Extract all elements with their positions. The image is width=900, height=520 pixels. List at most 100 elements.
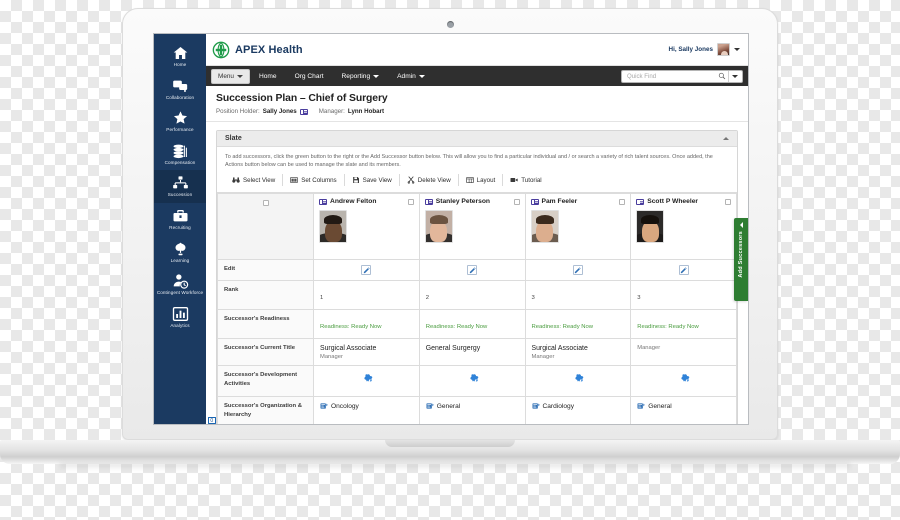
add-successors-label: Add Successors xyxy=(738,231,744,278)
row-label: Edit xyxy=(217,259,314,281)
current-title-cell: Surgical Associate Manager xyxy=(313,338,420,366)
successor-header-row: Andrew Felton xyxy=(319,198,414,205)
select-view-button[interactable]: Select View xyxy=(225,174,284,186)
person-clock-icon xyxy=(172,273,189,289)
successor-name[interactable]: Stanley Peterson xyxy=(436,198,490,205)
successor-header-row: Scott P Wheeler xyxy=(636,198,731,205)
manager-name: Lynn Hobart xyxy=(347,108,385,115)
main-column: APEX Health Hi, Sally Jones Menu Home Or… xyxy=(206,34,748,424)
laptop-shadow xyxy=(60,463,850,470)
menu-button[interactable]: Menu xyxy=(211,68,250,84)
business-card-icon[interactable] xyxy=(636,198,645,205)
business-card-icon[interactable] xyxy=(319,198,327,205)
save-icon xyxy=(352,176,360,184)
sidebar-item-home[interactable]: Home xyxy=(154,40,206,73)
sidebar-item-label: Contingent Workforce xyxy=(156,290,204,296)
pencil-icon[interactable] xyxy=(361,265,372,275)
search-input[interactable] xyxy=(627,72,718,80)
development-badge[interactable]: 0 xyxy=(208,371,625,424)
screen: Home Collaboration Performance Compensation… xyxy=(153,33,749,425)
organization-name: General xyxy=(648,402,672,410)
development-badge[interactable]: 1 xyxy=(208,371,413,424)
scissors-icon xyxy=(407,176,415,184)
pencil-icon[interactable] xyxy=(467,265,478,275)
chat-icon xyxy=(172,78,189,94)
chevron-up-icon[interactable] xyxy=(723,137,729,140)
search-dropdown-button[interactable] xyxy=(728,70,740,82)
search-icon[interactable] xyxy=(718,72,726,80)
set-columns-button[interactable]: Set Columns xyxy=(283,174,345,186)
organization-link[interactable]: Oncology xyxy=(320,402,413,410)
org-chart-icon xyxy=(426,402,434,410)
layout-button[interactable]: Layout xyxy=(459,174,504,186)
application: Home Collaboration Performance Compensation… xyxy=(154,34,748,424)
sidebar-item-performance[interactable]: Performance xyxy=(154,105,206,138)
add-successors-tab[interactable]: Add Successors xyxy=(734,218,748,301)
toolbar-button-label: Save View xyxy=(362,176,392,184)
nav-link-admin[interactable]: Admin xyxy=(388,66,434,86)
slate-panel-header: Slate xyxy=(217,131,737,147)
business-card-icon[interactable] xyxy=(424,198,433,205)
sidebar-item-collaboration[interactable]: Collaboration xyxy=(154,73,206,106)
chevron-down-icon[interactable] xyxy=(734,48,740,51)
slate-description: To add successors, click the green butto… xyxy=(225,154,713,168)
slate-panel: Slate To add successors, click the green… xyxy=(208,130,738,424)
successor-checkbox[interactable] xyxy=(513,198,520,205)
nav-link-reporting[interactable]: Reporting xyxy=(333,66,389,86)
successor-name[interactable]: Scott P Wheeler xyxy=(647,198,698,205)
webcam-icon xyxy=(446,21,454,28)
rank-value: 3 xyxy=(531,295,535,301)
business-card-icon[interactable] xyxy=(530,198,539,205)
organization-link[interactable]: Cardiology xyxy=(532,402,625,410)
toolbar-button-label: Set Columns xyxy=(301,176,337,184)
organization-link[interactable]: General xyxy=(637,402,730,410)
business-card-icon[interactable] xyxy=(299,108,308,115)
successor-checkbox[interactable] xyxy=(407,198,414,205)
toolbar-button-label: Delete View xyxy=(417,176,451,184)
person-photo xyxy=(424,210,453,243)
successor-name[interactable]: Pam Feeler xyxy=(542,198,578,205)
columns-icon xyxy=(290,176,298,184)
select-all-checkbox[interactable] xyxy=(262,200,269,206)
user-menu[interactable]: Hi, Sally Jones xyxy=(669,43,740,56)
development-badge-icon xyxy=(357,373,376,390)
sidebar-item-analytics[interactable]: Analytics xyxy=(154,301,206,334)
pencil-icon[interactable] xyxy=(572,265,583,275)
table-row: Successor's Current Title Surgical Associ… xyxy=(217,338,737,366)
readiness-cell: Readiness: Ready Now xyxy=(524,309,632,339)
organization-name: Cardiology xyxy=(542,402,575,410)
organization-link[interactable]: General xyxy=(426,402,519,410)
tutorial-button[interactable]: Tutorial xyxy=(503,174,548,186)
sidebar-item-succession[interactable]: Succession xyxy=(154,170,206,203)
person-photo xyxy=(636,210,665,243)
nav-link-org-chart[interactable]: Org Chart xyxy=(286,66,333,86)
nav-link-label: Org Chart xyxy=(294,72,324,80)
successor-name[interactable]: Andrew Felton xyxy=(330,198,376,205)
quick-find[interactable] xyxy=(621,69,743,83)
development-activities-cell: 0 xyxy=(208,365,632,424)
delete-view-button[interactable]: Delete View xyxy=(400,174,459,186)
table-body: Edit Rank 1 2 3 3 Successor's Readiness Readine… xyxy=(208,259,737,424)
sidebar-item-learning[interactable]: Learning xyxy=(154,236,206,269)
row-label: Successor's Development Activities xyxy=(217,365,314,397)
avatar[interactable] xyxy=(717,43,730,56)
sidebar-item-compensation[interactable]: Compensation xyxy=(154,138,206,171)
save-view-button[interactable]: Save View xyxy=(345,174,400,186)
sidebar-item-recruiting[interactable]: Recruiting xyxy=(154,203,206,236)
laptop-mockup: Home Collaboration Performance Compensation… xyxy=(0,0,900,520)
person-photo xyxy=(530,210,559,243)
readiness-cell: Readiness: Ready Now xyxy=(630,309,737,339)
development-badge[interactable]: 0 xyxy=(208,371,519,424)
pencil-icon[interactable] xyxy=(678,265,689,275)
nav-link-home[interactable]: Home xyxy=(250,66,286,86)
current-title-cell: Surgical Associate Manager xyxy=(524,338,632,366)
row-label: Successor's Current Title xyxy=(217,338,314,366)
sidebar-item-contingent-workforce[interactable]: Contingent Workforce xyxy=(154,268,206,301)
development-badge[interactable]: 0 xyxy=(208,371,730,424)
org-chart-icon xyxy=(532,402,540,410)
briefcase-icon xyxy=(172,208,189,224)
successor-checkbox[interactable] xyxy=(619,198,626,205)
successor-checkbox[interactable] xyxy=(725,198,731,205)
manager: Manager: Lynn Hobart xyxy=(319,108,384,115)
sidebar-item-label: Collaboration xyxy=(165,94,195,100)
